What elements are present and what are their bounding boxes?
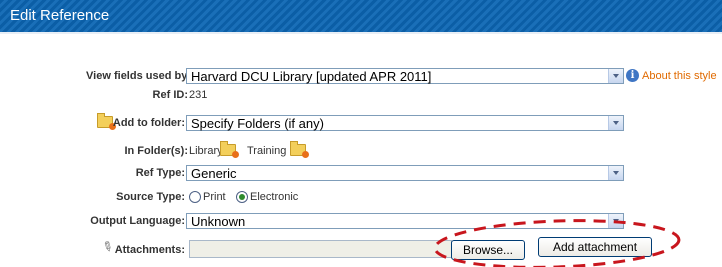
annotation-ellipse: [433, 219, 681, 267]
